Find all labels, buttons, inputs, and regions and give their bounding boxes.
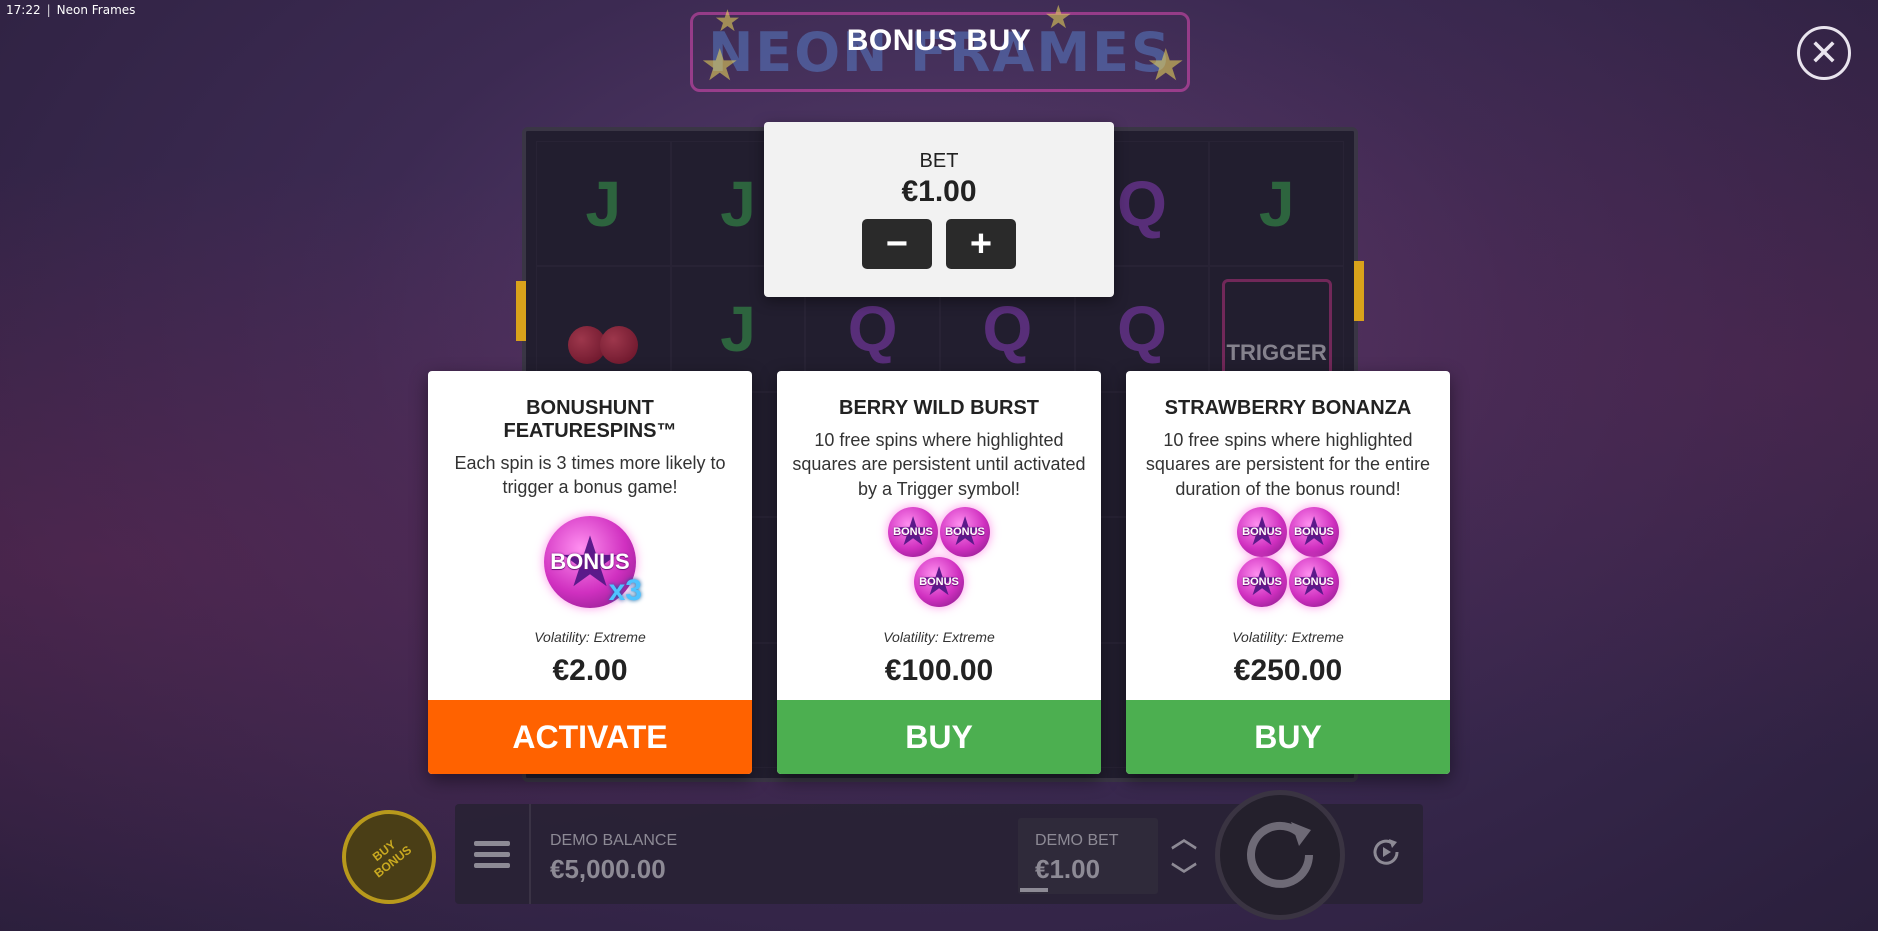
chevron-down-icon: ﹀	[1171, 861, 1198, 891]
card-image: ★ BONUS ★ BONUS ★ BONUS ★ BONUS	[1126, 505, 1450, 610]
bonus-badge-icon: ★ BONUS	[914, 557, 964, 608]
card-price: €250.00	[1233, 654, 1343, 687]
bonus-badge-icon: ★ BONUS	[1289, 557, 1339, 608]
demo-bet-label: DEMO BET	[1035, 832, 1119, 849]
activate-button[interactable]: ACTIVATE	[428, 700, 752, 774]
bet-value: €1.00	[901, 175, 977, 208]
dialog-title: BONUS BUY	[846, 24, 1032, 57]
bet-panel: BET €1.00 − +	[764, 122, 1114, 297]
card-description: Each spin is 3 times more likely to trig…	[454, 453, 726, 498]
close-button[interactable]: ✕	[1797, 26, 1851, 80]
window-title: Neon Frames	[56, 3, 136, 17]
card-title: BONUSHUNT FEATURESPINS™	[503, 397, 677, 442]
card-volatility: Volatility: Extreme	[534, 629, 646, 645]
bonus-badge-icon: ★ BONUS x3	[544, 516, 642, 609]
demo-bet-value: €1.00	[1035, 854, 1101, 884]
bonus-card-berry-wild-burst: BERRY WILD BURST 10 free spins where hig…	[777, 371, 1101, 774]
hamburger-icon	[474, 840, 510, 846]
bet-increase-button[interactable]: +	[946, 219, 1016, 269]
autoplay-button[interactable]	[1360, 826, 1412, 878]
autoplay-icon	[1373, 839, 1399, 865]
game-stage: 17:22 | Neon Frames NEON FRAMES ★ ★ ★ ★ J …	[0, 0, 1878, 931]
card-image: ★ BONUS ★ BONUS ★ BONUS	[777, 505, 1101, 610]
card-image: ★ BONUS x3	[428, 510, 752, 615]
reel-side-marker	[1354, 261, 1364, 321]
clock: 17:22	[6, 3, 41, 17]
buy-bonus-label: BUY BONUS	[369, 837, 415, 881]
card-title: STRAWBERRY BONANZA	[1164, 397, 1412, 419]
chevron-up-icon: ︿	[1171, 823, 1198, 853]
menu-button[interactable]	[455, 804, 531, 904]
bonus-badge-icon: ★ BONUS	[1237, 557, 1287, 608]
reel-side-marker	[516, 281, 526, 341]
system-bar: 17:22 | Neon Frames	[6, 3, 136, 17]
bonus-card-strawberry-bonanza: STRAWBERRY BONANZA 10 free spins where h…	[1126, 371, 1450, 774]
bonus-badge-icon: ★ BONUS	[940, 507, 990, 558]
balance-value: €5,000.00	[550, 854, 666, 884]
bonus-badge-icon: ★ BONUS	[1237, 507, 1287, 558]
card-description: 10 free spins where highlighted squares …	[792, 430, 1086, 499]
minus-icon: −	[885, 222, 909, 265]
bonus-card-bonushunt: BONUSHUNT FEATURESPINS™ Each spin is 3 t…	[428, 371, 752, 774]
card-title: BERRY WILD BURST	[839, 397, 1039, 419]
refresh-icon	[1247, 821, 1313, 888]
buy-bonus-button[interactable]: BUY BONUS	[342, 810, 436, 904]
card-price: €100.00	[884, 654, 994, 687]
close-icon: ✕	[1808, 32, 1840, 73]
card-volatility: Volatility: Extreme	[883, 629, 995, 645]
plus-icon: +	[969, 222, 993, 265]
bet-label: BET	[919, 150, 959, 172]
bonus-badge-icon: ★ BONUS	[888, 507, 938, 558]
bet-up-button[interactable]: ︿	[1171, 818, 1197, 855]
buy-button[interactable]: BUY	[777, 700, 1101, 774]
bonus-badge-icon: ★ BONUS	[1289, 507, 1339, 558]
buy-button[interactable]: BUY	[1126, 700, 1450, 774]
multiplier-label: x3	[608, 574, 642, 608]
bet-down-button[interactable]: ﹀	[1171, 856, 1197, 893]
bet-decrease-button[interactable]: −	[862, 219, 932, 269]
card-volatility: Volatility: Extreme	[1232, 629, 1344, 645]
card-price: €2.00	[552, 654, 628, 687]
balance-label: DEMO BALANCE	[550, 832, 678, 849]
card-description: 10 free spins where highlighted squares …	[1145, 430, 1431, 499]
spin-button[interactable]	[1215, 790, 1345, 920]
demo-bet-indicator	[1020, 888, 1048, 892]
bet-controls: − +	[764, 219, 1114, 269]
